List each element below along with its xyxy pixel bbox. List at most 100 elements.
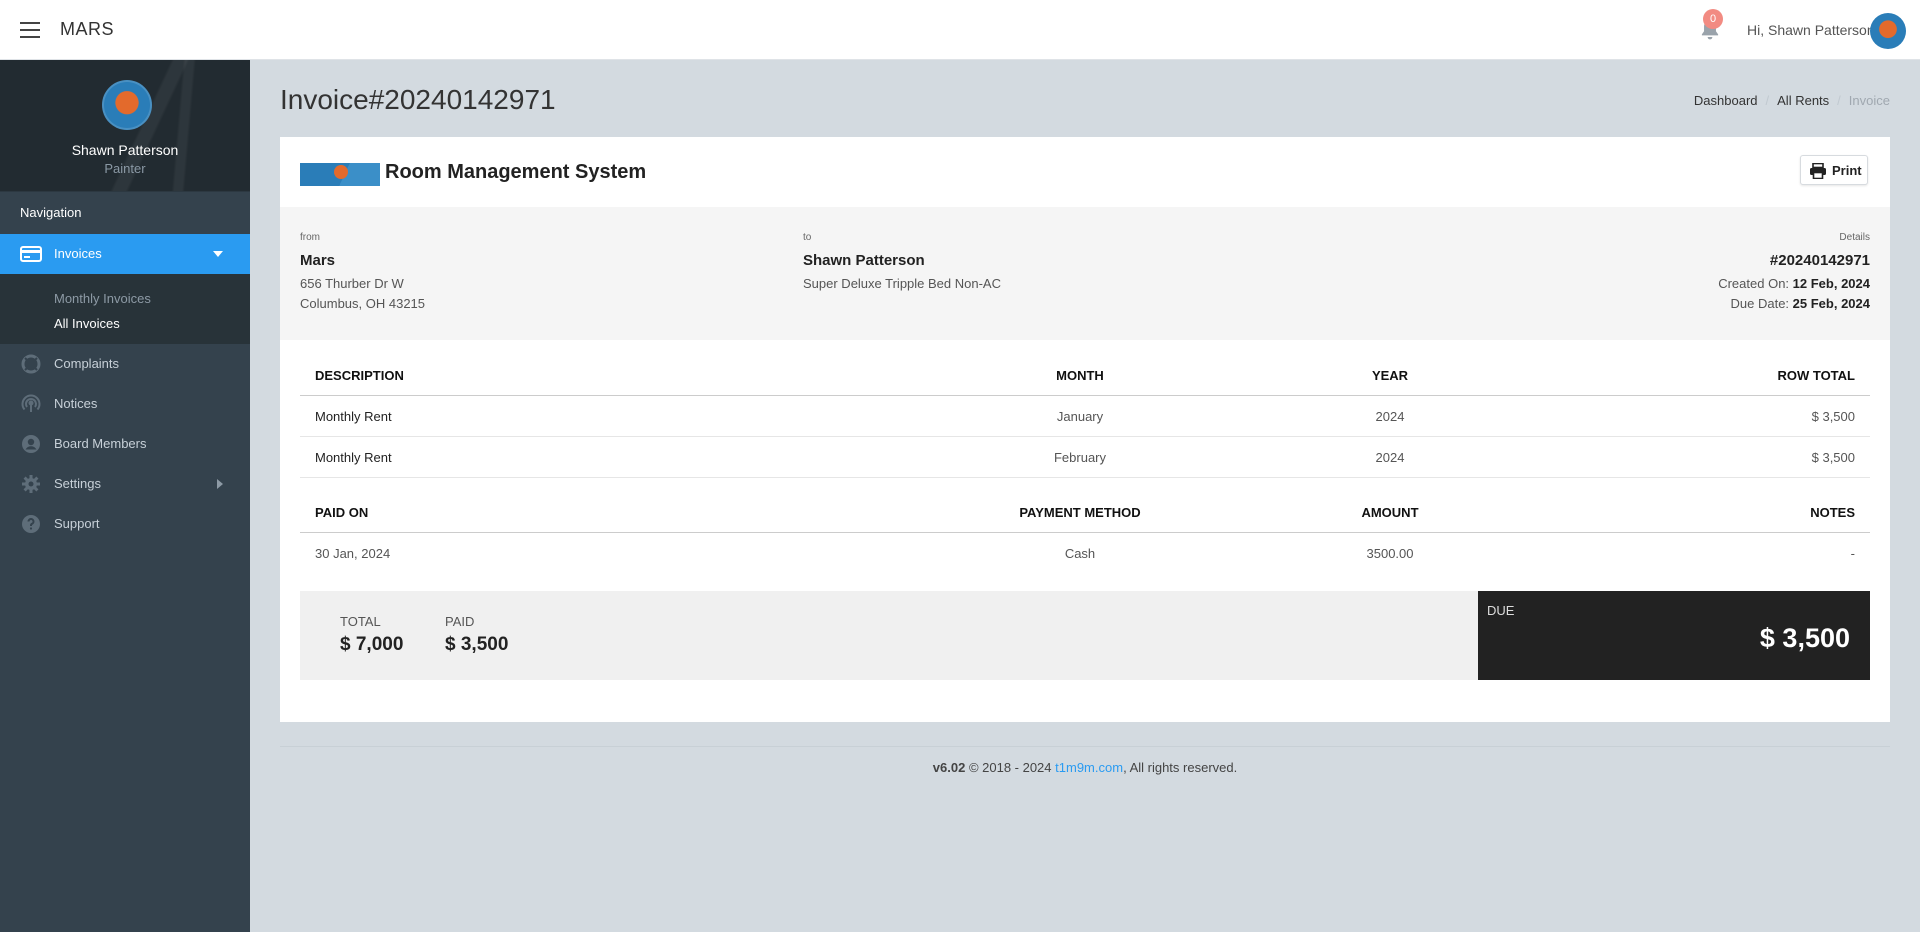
items-header-row: DESCRIPTION MONTH YEAR ROW TOTAL	[300, 355, 1870, 396]
breadcrumb-dashboard[interactable]: Dashboard	[1694, 93, 1758, 108]
item-row-total: $ 3,500	[1520, 436, 1870, 478]
chevron-right-icon	[217, 479, 223, 489]
nav-header: Navigation	[0, 191, 250, 234]
profile-name: Shawn Patterson	[71, 142, 179, 158]
due-label: DUE	[1487, 603, 1515, 618]
sidebar-item-notices[interactable]: Notices	[0, 384, 250, 424]
item-row-total: $ 3,500	[1520, 395, 1870, 437]
footer-version: v6.02	[932, 760, 966, 775]
print-button[interactable]: Print	[1800, 155, 1868, 185]
table-row: Monthly Rent January 2024 $ 3,500	[300, 395, 1870, 437]
invoice-card: Room Management System Print from Mars 6…	[280, 137, 1890, 722]
to-room: Super Deluxe Tripple Bed Non-AC	[803, 276, 1001, 291]
menu-toggle-icon[interactable]	[20, 22, 40, 38]
credit-card-icon	[20, 246, 42, 262]
from-label: from	[300, 232, 320, 243]
table-row: 30 Jan, 2024 Cash 3500.00 -	[300, 533, 1870, 574]
payment-method: Cash	[1064, 545, 1096, 561]
item-year: 2024	[1260, 395, 1520, 437]
total-value: $ 7,000	[340, 634, 404, 655]
payment-date: 30 Jan, 2024	[315, 545, 391, 561]
lifebuoy-icon	[21, 354, 41, 374]
column-header: AMOUNT	[1260, 492, 1520, 533]
footer: v6.02 © 2018 - 2024 t1m9m.com, All right…	[280, 760, 1890, 775]
paid-label: PAID	[445, 614, 475, 629]
table-row: Monthly Rent February 2024 $ 3,500	[300, 436, 1870, 478]
created-on-value: 12 Feb, 2024	[1792, 276, 1870, 291]
chevron-down-icon	[213, 251, 223, 257]
user-circle-icon	[22, 435, 40, 453]
footer-copyright: © 2018 - 2024	[968, 760, 1052, 775]
notification-count-badge: 0	[1703, 9, 1723, 29]
sidebar-item-board-members[interactable]: Board Members	[0, 424, 250, 464]
from-address-line2: Columbus, OH 43215	[300, 296, 426, 311]
sidebar-item-settings[interactable]: Settings	[0, 464, 250, 504]
column-header: PAID ON	[300, 492, 900, 533]
sidebar-subitem-monthly-invoices[interactable]: Monthly Invoices	[0, 286, 250, 311]
profile-avatar[interactable]	[102, 80, 152, 130]
sidebar-subitem-all-invoices[interactable]: All Invoices	[0, 311, 250, 336]
column-header: DESCRIPTION	[300, 355, 900, 396]
due-date: Due Date: 25 Feb, 2024	[1731, 296, 1871, 311]
paid-value: $ 3,500	[445, 634, 509, 655]
payment-amount: 3500.00	[1366, 545, 1414, 561]
due-box: DUE $ 3,500	[1478, 591, 1870, 680]
invoice-number: #20240142971	[1769, 252, 1870, 269]
system-title: Room Management System	[385, 161, 647, 183]
invoices-submenu: Monthly Invoices All Invoices	[0, 274, 250, 344]
broadcast-icon	[21, 394, 41, 412]
sidebar-item-support[interactable]: Support	[0, 504, 250, 544]
sidebar-item-label: Settings	[54, 476, 101, 491]
sidebar-item-label: Board Members	[54, 436, 147, 451]
sidebar-item-label: Notices	[54, 396, 98, 411]
page-title: Invoice#20240142971	[280, 84, 556, 115]
column-header: YEAR	[1260, 355, 1520, 396]
column-header: MONTH	[900, 355, 1260, 396]
top-bar: MARS 0 Hi, Shawn Patterson	[0, 0, 1920, 60]
created-on-label: Created On:	[1718, 276, 1790, 291]
printer-icon	[1810, 163, 1826, 179]
app-title: MARS	[60, 19, 115, 39]
to-label: to	[803, 232, 812, 243]
column-header: ROW TOTAL	[1520, 355, 1870, 396]
sidebar-item-invoices[interactable]: Invoices	[0, 234, 250, 274]
to-name: Shawn Patterson	[803, 252, 925, 269]
payments-table: PAID ON PAYMENT METHOD AMOUNT NOTES 30 J…	[300, 492, 1870, 573]
profile-role: Painter	[104, 161, 146, 176]
footer-rights: , All rights reserved.	[1123, 760, 1238, 775]
breadcrumb: Dashboard / All Rents / Invoice	[1693, 93, 1890, 108]
breadcrumb-all-rents[interactable]: All Rents	[1777, 93, 1829, 108]
invoice-info: from Mars 656 Thurber Dr W Columbus, OH …	[280, 207, 1890, 340]
created-on: Created On: 12 Feb, 2024	[1718, 276, 1870, 291]
items-table: DESCRIPTION MONTH YEAR ROW TOTAL Monthly…	[300, 355, 1870, 478]
item-description: Monthly Rent	[300, 395, 900, 437]
due-date-label: Due Date:	[1730, 296, 1790, 311]
user-greeting[interactable]: Hi, Shawn Patterson	[1747, 22, 1875, 38]
sidebar-item-label: Support	[54, 516, 100, 531]
payments-header-row: PAID ON PAYMENT METHOD AMOUNT NOTES	[300, 492, 1870, 533]
sidebar-item-label: Invoices	[54, 246, 102, 261]
item-month: February	[900, 436, 1260, 478]
invoice-totals: TOTAL $ 7,000 PAID $ 3,500 DUE $ 3,500	[300, 591, 1870, 680]
from-name: Mars	[300, 252, 336, 269]
due-date-value: 25 Feb, 2024	[1792, 296, 1870, 311]
sidebar-profile: Shawn Patterson Painter	[0, 60, 250, 191]
user-avatar[interactable]	[1870, 13, 1906, 49]
company-logo	[300, 163, 380, 186]
breadcrumb-current: Invoice	[1848, 93, 1890, 108]
from-address-line1: 656 Thurber Dr W	[300, 276, 404, 291]
print-label: Print	[1832, 163, 1862, 178]
details-label: Details	[1839, 232, 1870, 243]
sidebar-item-label: Complaints	[54, 356, 120, 371]
item-month: January	[900, 395, 1260, 437]
question-circle-icon	[22, 515, 40, 533]
item-description: Monthly Rent	[300, 436, 900, 478]
footer-link[interactable]: t1m9m.com	[1055, 760, 1123, 775]
total-label: TOTAL	[340, 614, 381, 629]
payment-notes: -	[1850, 545, 1855, 561]
sidebar: Shawn Patterson Painter Navigation Invoi…	[0, 60, 250, 932]
gear-icon	[22, 475, 40, 493]
column-header: PAYMENT METHOD	[900, 492, 1260, 533]
sidebar-item-complaints[interactable]: Complaints	[0, 344, 250, 384]
item-year: 2024	[1260, 436, 1520, 478]
